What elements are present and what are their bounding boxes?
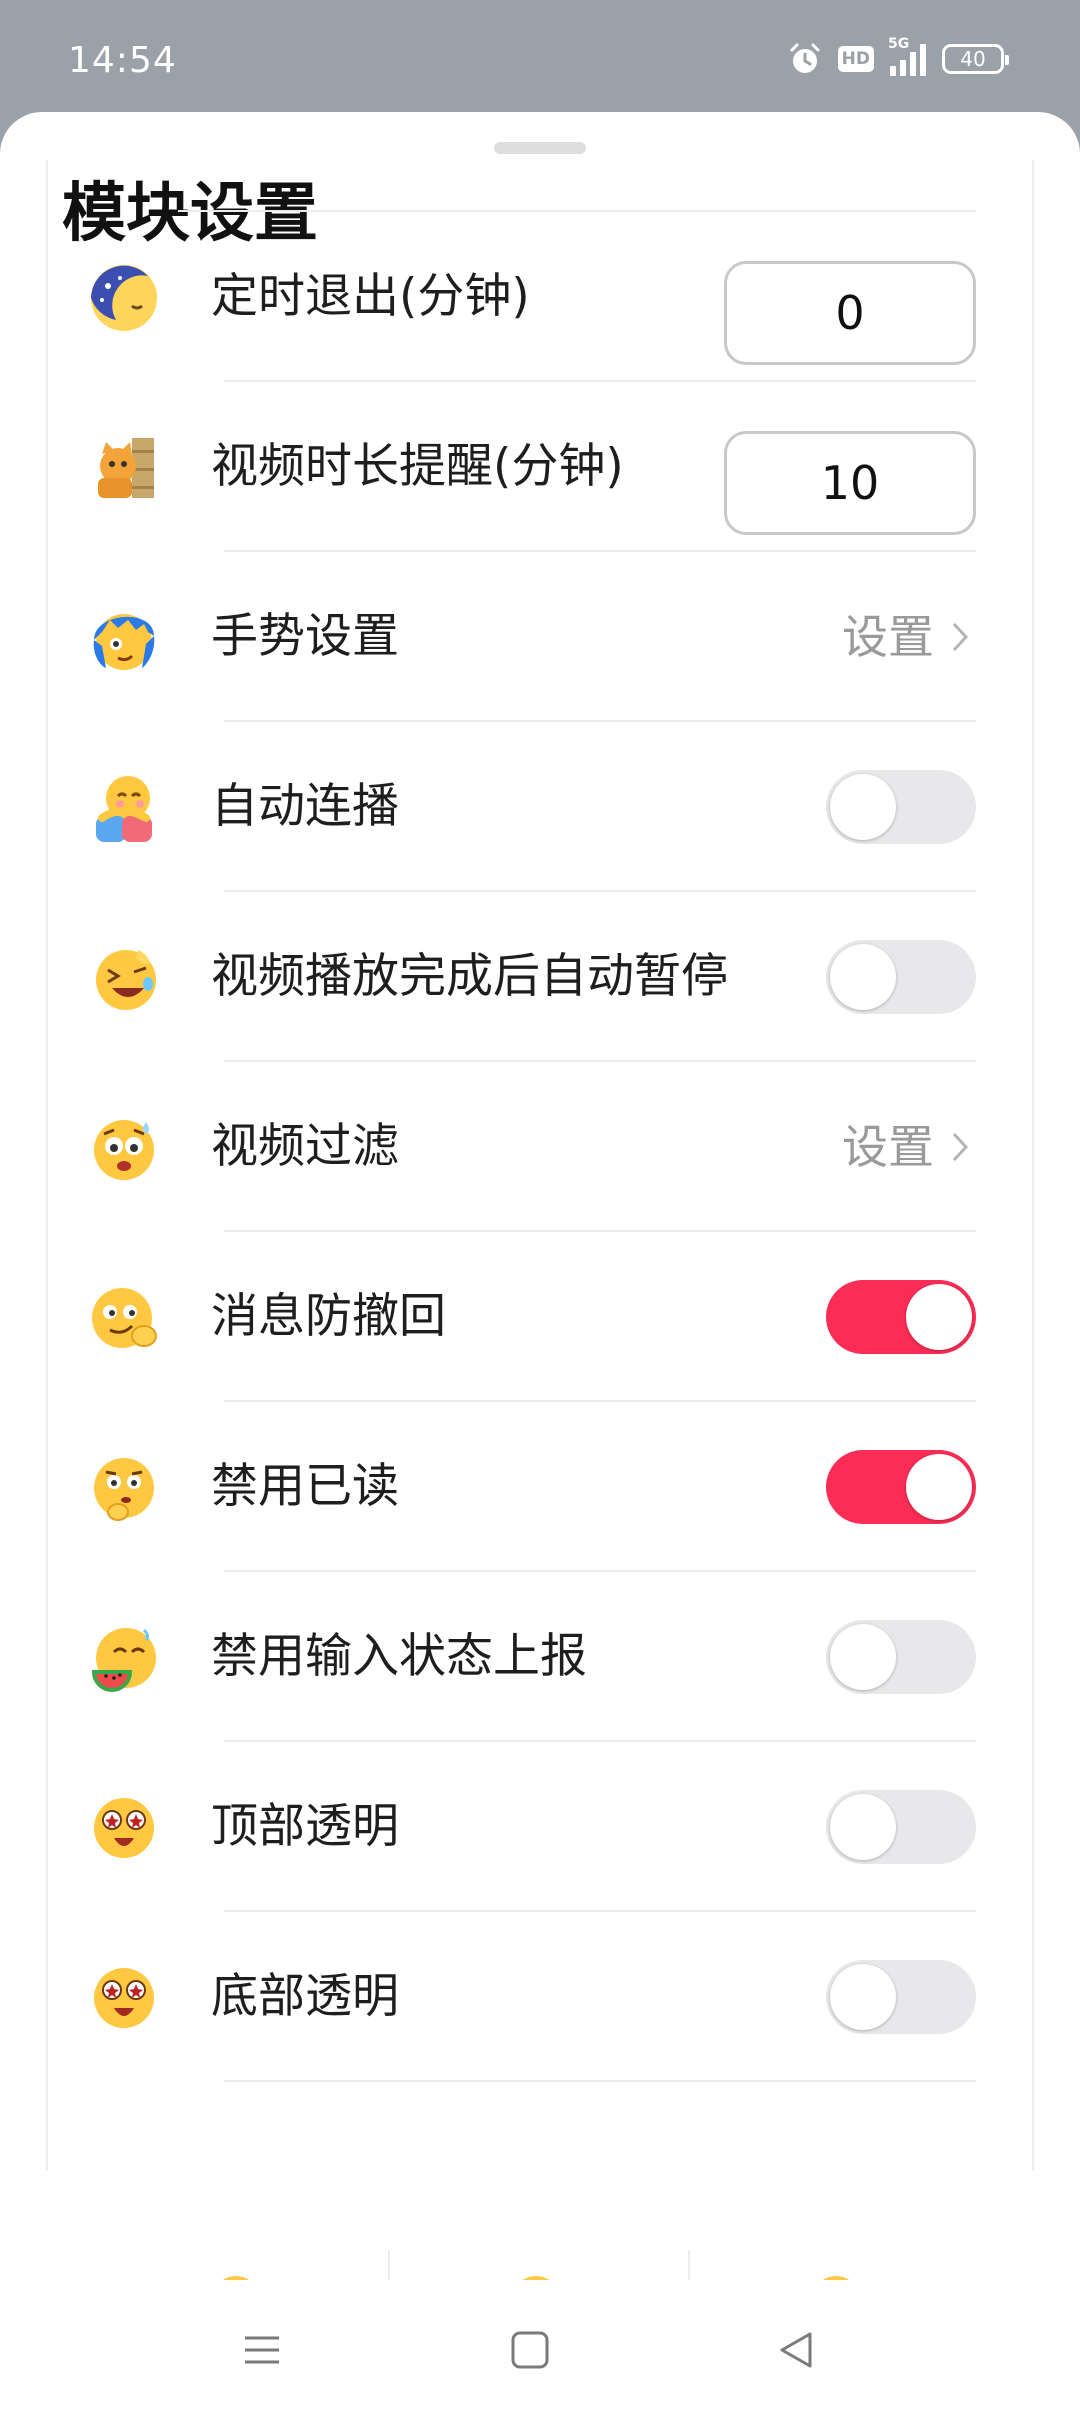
battery-icon: 40	[942, 44, 1009, 74]
toggle-knob	[830, 944, 896, 1010]
menu-button[interactable]	[232, 2320, 292, 2380]
toggle-knob	[906, 1454, 972, 1520]
setting-row-video-filter[interactable]: 视频过滤 设置	[46, 1062, 1034, 1232]
home-square-icon	[511, 2331, 549, 2369]
signal-icon: 5G	[888, 36, 926, 76]
thinking-face-icon	[94, 1458, 154, 1521]
setting-row-auto-pause: 视频播放完成后自动暂停	[46, 892, 1034, 1062]
toggle-knob	[906, 1284, 972, 1350]
bottom-transparent-toggle[interactable]	[826, 1960, 976, 2034]
setting-label: 定时退出(分钟)	[211, 269, 530, 324]
setting-label: 视频过滤	[211, 1119, 399, 1174]
setting-label: 视频时长提醒(分钟)	[211, 439, 624, 494]
smirk-face-icon	[92, 1288, 157, 1348]
divider	[688, 2250, 690, 2284]
setting-row-autoplay: 自动连播	[46, 722, 1034, 892]
setting-label: 自动连播	[211, 779, 399, 834]
setting-row-disable-read: 禁用已读	[46, 1402, 1034, 1572]
auto-pause-toggle[interactable]	[826, 940, 976, 1014]
link-text: 设置	[842, 1120, 934, 1174]
toggle-knob	[830, 1794, 896, 1860]
status-time: 14:54	[68, 40, 177, 81]
autoplay-toggle[interactable]	[826, 770, 976, 844]
drag-handle[interactable]	[494, 142, 586, 154]
setting-row-video-reminder: 视频时长提醒(分钟) 10	[46, 382, 1034, 552]
setting-label: 手势设置	[211, 609, 399, 664]
setting-row-anti-recall: 消息防撤回	[46, 1232, 1034, 1402]
watermelon-face-icon	[91, 1628, 156, 1692]
sleepy-moon-icon	[91, 265, 157, 331]
system-nav-bar	[0, 2280, 1080, 2414]
divider	[388, 2250, 390, 2284]
exit-timer-input[interactable]: 0	[724, 261, 976, 365]
link-text: 设置	[842, 610, 934, 664]
setting-label: 禁用输入状态上报	[211, 1629, 587, 1684]
top-transparent-toggle[interactable]	[826, 1790, 976, 1864]
video-reminder-input[interactable]: 10	[724, 431, 976, 535]
status-icons: HD 5G 40	[788, 36, 1009, 76]
toggle-knob	[830, 1964, 896, 2030]
status-bar: 14:54 HD 5G 40	[0, 0, 1080, 115]
toggle-knob	[830, 1624, 896, 1690]
star-eyes-face-icon	[94, 1798, 154, 1858]
disable-typing-report-toggle[interactable]	[826, 1620, 976, 1694]
setting-label: 禁用已读	[211, 1459, 399, 1514]
setting-row-gesture[interactable]: 手势设置 设置	[46, 552, 1034, 722]
hug-face-icon	[96, 776, 152, 842]
setting-label: 顶部透明	[211, 1799, 399, 1854]
peeking-cat-icon	[98, 438, 154, 498]
chevron-right-icon	[952, 622, 969, 652]
setting-row-disable-typing: 禁用输入状态上报	[46, 1572, 1034, 1742]
chevron-right-icon	[952, 1132, 969, 1162]
video-filter-settings-link[interactable]: 设置	[842, 1062, 972, 1232]
toggle-knob	[830, 774, 896, 840]
setting-row-bottom-transparent: 底部透明	[46, 1912, 1034, 2082]
alarm-icon	[790, 43, 820, 73]
gesture-settings-link[interactable]: 设置	[842, 552, 972, 722]
setting-row-exit-timer: 定时退出(分钟) 0	[46, 212, 1034, 382]
anti-recall-toggle[interactable]	[826, 1280, 976, 1354]
star-eyes-face-icon	[94, 1968, 154, 2028]
laughing-face-icon	[96, 950, 156, 1010]
network-type-label: 5G	[888, 36, 910, 52]
back-triangle-icon	[780, 2332, 812, 2368]
worried-face-icon	[94, 1120, 154, 1180]
back-button[interactable]	[766, 2320, 826, 2380]
setting-label: 消息防撤回	[211, 1289, 446, 1344]
menu-icon	[245, 2336, 279, 2364]
hd-badge: HD	[837, 46, 874, 72]
setting-label: 底部透明	[211, 1969, 399, 2024]
divider	[224, 2080, 976, 2082]
disable-read-toggle[interactable]	[826, 1450, 976, 1524]
home-button[interactable]	[500, 2320, 560, 2380]
setting-row-top-transparent: 顶部透明	[46, 1742, 1034, 1912]
blue-hair-face-icon	[93, 614, 155, 670]
setting-label: 视频播放完成后自动暂停	[211, 949, 728, 1004]
